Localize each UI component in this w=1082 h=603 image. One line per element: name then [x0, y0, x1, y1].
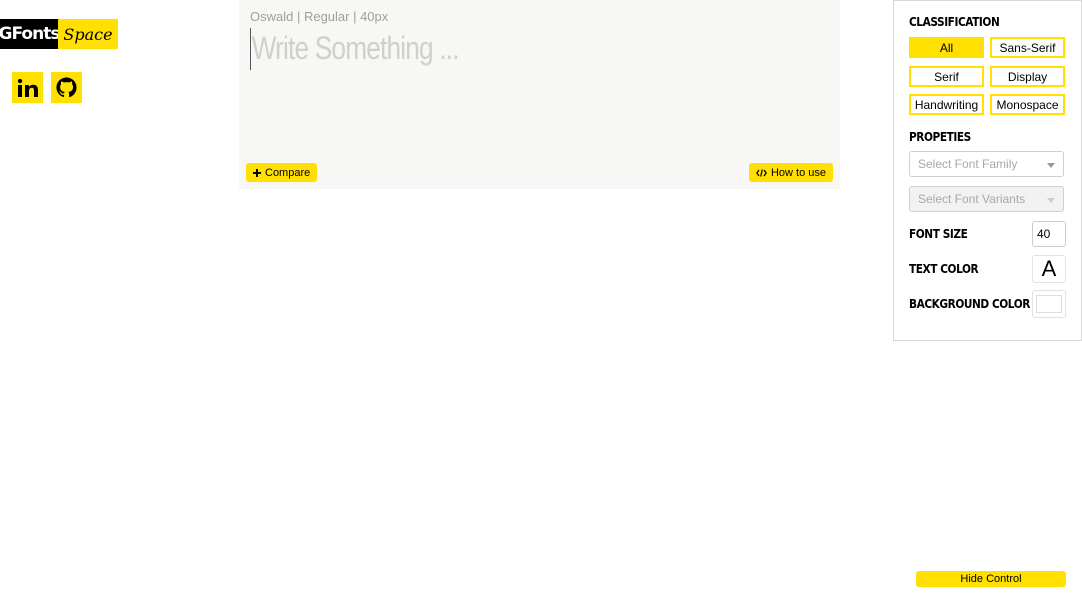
classification-display[interactable]: Display	[990, 66, 1065, 87]
text-color-sample: A	[1041, 256, 1057, 281]
how-to-use-label: How to use	[770, 166, 826, 179]
text-color-picker[interactable]: A	[1032, 255, 1066, 283]
how-to-use-button[interactable]: How to use	[748, 163, 833, 182]
classification-sans-serif[interactable]: Sans-Serif	[990, 37, 1065, 58]
code-icon	[756, 168, 767, 177]
classification-all[interactable]: All	[909, 37, 984, 58]
font-size-input[interactable]	[1032, 221, 1066, 247]
font-size-label: FONT SIZE	[909, 227, 968, 241]
logo-space: Space	[58, 19, 118, 49]
background-color-swatch	[1036, 295, 1062, 313]
font-family-placeholder: Select Font Family	[918, 157, 1018, 171]
logo-gfonts: GFonts	[0, 19, 60, 49]
background-color-label: BACKGROUND COLOR	[909, 297, 1030, 311]
classification-monospace[interactable]: Monospace	[990, 94, 1065, 115]
logo[interactable]: GFonts Space	[0, 19, 118, 49]
text-input[interactable]: Write Something ...	[250, 28, 719, 70]
github-link[interactable]	[51, 72, 82, 103]
plus-icon	[253, 168, 261, 177]
preview-editor: Oswald | Regular | 40px Write Something …	[239, 0, 840, 189]
font-variants-placeholder: Select Font Variants	[918, 192, 1026, 206]
properties-heading: PROPETIES	[909, 130, 971, 144]
control-panel: CLASSIFICATION All Sans-Serif Serif Disp…	[893, 0, 1082, 341]
text-color-label: TEXT COLOR	[909, 262, 979, 276]
chevron-down-icon	[1047, 163, 1055, 168]
font-variants-select[interactable]: Select Font Variants	[909, 186, 1064, 212]
linkedin-icon	[17, 78, 38, 97]
linkedin-link[interactable]	[12, 72, 43, 103]
font-meta: Oswald | Regular | 40px	[250, 9, 389, 24]
font-family-select[interactable]: Select Font Family	[909, 151, 1064, 177]
background-color-picker[interactable]	[1032, 290, 1066, 318]
compare-label: Compare	[265, 166, 311, 179]
compare-button[interactable]: Compare	[246, 163, 318, 182]
classification-heading: CLASSIFICATION	[909, 15, 1000, 29]
hide-control-button[interactable]: Hide Control	[916, 571, 1066, 587]
chevron-down-icon	[1047, 198, 1055, 203]
classification-serif[interactable]: Serif	[909, 66, 984, 87]
github-icon	[56, 77, 77, 98]
classification-handwriting[interactable]: Handwriting	[909, 94, 984, 115]
